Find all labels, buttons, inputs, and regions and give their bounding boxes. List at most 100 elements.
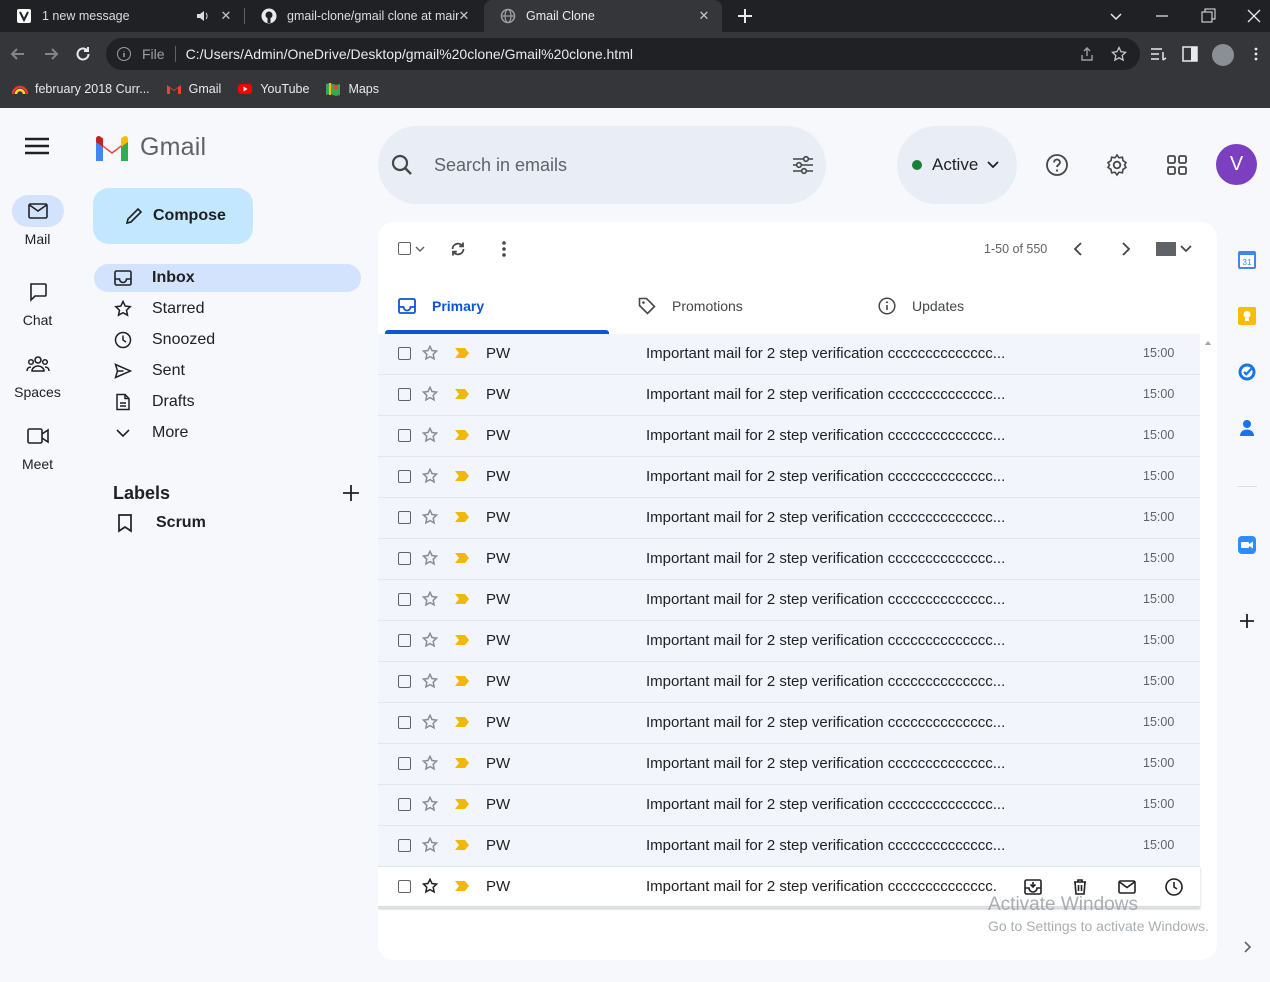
important-marker-icon[interactable] bbox=[454, 634, 470, 646]
email-row[interactable]: PW Important mail for 2 step verification… bbox=[378, 457, 1200, 498]
settings-gear-icon[interactable] bbox=[1105, 153, 1129, 177]
bookmark-star-icon[interactable] bbox=[1111, 46, 1127, 62]
row-checkbox[interactable] bbox=[398, 511, 411, 524]
rail-item-chat[interactable]: Chat bbox=[0, 276, 75, 328]
row-checkbox[interactable] bbox=[398, 675, 411, 688]
important-marker-icon[interactable] bbox=[454, 429, 470, 441]
chevron-right-icon[interactable] bbox=[1240, 940, 1254, 954]
star-icon[interactable] bbox=[422, 673, 438, 689]
search-options-icon[interactable] bbox=[792, 155, 814, 175]
nav-item-inbox[interactable]: Inbox bbox=[94, 264, 361, 292]
close-tab-icon[interactable]: ✕ bbox=[456, 8, 472, 24]
email-row[interactable]: PW Important mail for 2 step verification… bbox=[378, 621, 1200, 662]
row-checkbox[interactable] bbox=[398, 757, 411, 770]
star-icon[interactable] bbox=[422, 714, 438, 730]
important-marker-icon[interactable] bbox=[454, 470, 470, 482]
label-item-scrum[interactable]: Scrum bbox=[116, 513, 206, 533]
row-checkbox[interactable] bbox=[398, 839, 411, 852]
snooze-icon[interactable] bbox=[1164, 877, 1184, 897]
side-panel-icon[interactable] bbox=[1182, 46, 1198, 62]
important-marker-icon[interactable] bbox=[454, 798, 470, 810]
browser-menu-icon[interactable] bbox=[1248, 46, 1264, 62]
back-icon[interactable] bbox=[8, 44, 28, 64]
rail-item-spaces[interactable]: Spaces bbox=[0, 348, 75, 400]
browser-tab-2[interactable]: gmail-clone/gmail clone at main ✕ bbox=[245, 0, 482, 32]
star-icon[interactable] bbox=[422, 878, 438, 894]
row-checkbox[interactable] bbox=[398, 716, 411, 729]
bookmark-item[interactable]: Maps bbox=[325, 81, 379, 97]
tasks-icon[interactable] bbox=[1237, 362, 1257, 382]
email-row[interactable]: PW Important mail for 2 step verification… bbox=[378, 334, 1200, 375]
add-label-icon[interactable] bbox=[341, 483, 361, 503]
important-marker-icon[interactable] bbox=[454, 388, 470, 400]
row-checkbox[interactable] bbox=[398, 429, 411, 442]
new-tab-icon[interactable] bbox=[735, 6, 755, 26]
important-marker-icon[interactable] bbox=[454, 716, 470, 728]
more-vert-icon[interactable] bbox=[496, 240, 512, 258]
important-marker-icon[interactable] bbox=[454, 675, 470, 687]
rail-item-meet[interactable]: Meet bbox=[0, 420, 75, 472]
star-icon[interactable] bbox=[422, 550, 438, 566]
keep-icon[interactable] bbox=[1237, 306, 1257, 326]
search-input[interactable] bbox=[434, 154, 764, 176]
star-icon[interactable] bbox=[422, 509, 438, 525]
rail-item-mail[interactable]: Mail bbox=[0, 195, 75, 247]
important-marker-icon[interactable] bbox=[454, 347, 470, 359]
star-icon[interactable] bbox=[422, 796, 438, 812]
email-row[interactable]: PW Important mail for 2 step verification… bbox=[378, 580, 1200, 621]
important-marker-icon[interactable] bbox=[454, 511, 470, 523]
minimize-icon[interactable] bbox=[1152, 6, 1172, 26]
share-icon[interactable] bbox=[1079, 46, 1095, 62]
bookmark-item[interactable]: Gmail bbox=[166, 81, 221, 97]
address-bar[interactable]: File C:/Users/Admin/OneDrive/Desktop/gma… bbox=[106, 38, 1140, 70]
status-dropdown[interactable]: Active bbox=[897, 126, 1017, 204]
tab-primary[interactable]: Primary bbox=[398, 278, 484, 334]
contacts-icon[interactable] bbox=[1237, 418, 1257, 438]
star-icon[interactable] bbox=[422, 345, 438, 361]
select-menu-chevron-icon[interactable] bbox=[415, 244, 425, 254]
row-checkbox[interactable] bbox=[398, 593, 411, 606]
important-marker-icon[interactable] bbox=[454, 880, 470, 892]
address-url[interactable]: C:/Users/Admin/OneDrive/Desktop/gmail%20… bbox=[186, 46, 633, 62]
search-icon[interactable] bbox=[390, 153, 414, 177]
star-icon[interactable] bbox=[422, 386, 438, 402]
email-row[interactable]: PW Important mail for 2 step verification… bbox=[378, 744, 1200, 785]
row-checkbox[interactable] bbox=[398, 880, 411, 893]
gmail-logo[interactable]: Gmail bbox=[94, 133, 206, 162]
chevron-right-icon[interactable] bbox=[1116, 240, 1134, 258]
star-icon[interactable] bbox=[422, 468, 438, 484]
help-icon[interactable] bbox=[1045, 153, 1069, 177]
row-checkbox[interactable] bbox=[398, 798, 411, 811]
scroll-up-arrow-icon[interactable] bbox=[1204, 338, 1212, 348]
star-icon[interactable] bbox=[422, 591, 438, 607]
reload-icon[interactable] bbox=[73, 44, 93, 64]
nav-item-starred[interactable]: Starred bbox=[94, 295, 361, 323]
star-icon[interactable] bbox=[422, 755, 438, 771]
speaker-icon[interactable] bbox=[196, 9, 210, 23]
nav-item-more[interactable]: More bbox=[94, 419, 361, 447]
close-tab-icon[interactable]: ✕ bbox=[696, 8, 712, 24]
row-checkbox[interactable] bbox=[398, 470, 411, 483]
email-row[interactable]: PW Important mail for 2 step verification… bbox=[378, 662, 1200, 703]
star-icon[interactable] bbox=[422, 632, 438, 648]
bookmark-item[interactable]: february 2018 Curr... bbox=[12, 81, 150, 97]
row-checkbox[interactable] bbox=[398, 347, 411, 360]
row-checkbox[interactable] bbox=[398, 388, 411, 401]
browser-tab-3[interactable]: Gmail Clone ✕ bbox=[484, 0, 722, 32]
tab-promotions[interactable]: Promotions bbox=[638, 278, 743, 334]
restore-icon[interactable] bbox=[1198, 6, 1218, 26]
row-checkbox[interactable] bbox=[398, 634, 411, 647]
tab-updates[interactable]: Updates bbox=[878, 278, 964, 334]
apps-grid-icon[interactable] bbox=[1165, 153, 1189, 177]
info-icon[interactable] bbox=[116, 46, 132, 62]
zoom-icon[interactable] bbox=[1237, 535, 1257, 555]
important-marker-icon[interactable] bbox=[454, 839, 470, 851]
add-addon-icon[interactable] bbox=[1237, 611, 1257, 631]
compose-button[interactable]: Compose bbox=[93, 188, 253, 244]
nav-item-sent[interactable]: Sent bbox=[94, 357, 361, 385]
keyboard-input-icon[interactable] bbox=[1156, 242, 1176, 256]
browser-tab-1[interactable]: 1 new message ✕ bbox=[0, 0, 244, 32]
refresh-icon[interactable] bbox=[449, 240, 467, 258]
nav-item-snoozed[interactable]: Snoozed bbox=[94, 326, 361, 354]
important-marker-icon[interactable] bbox=[454, 593, 470, 605]
